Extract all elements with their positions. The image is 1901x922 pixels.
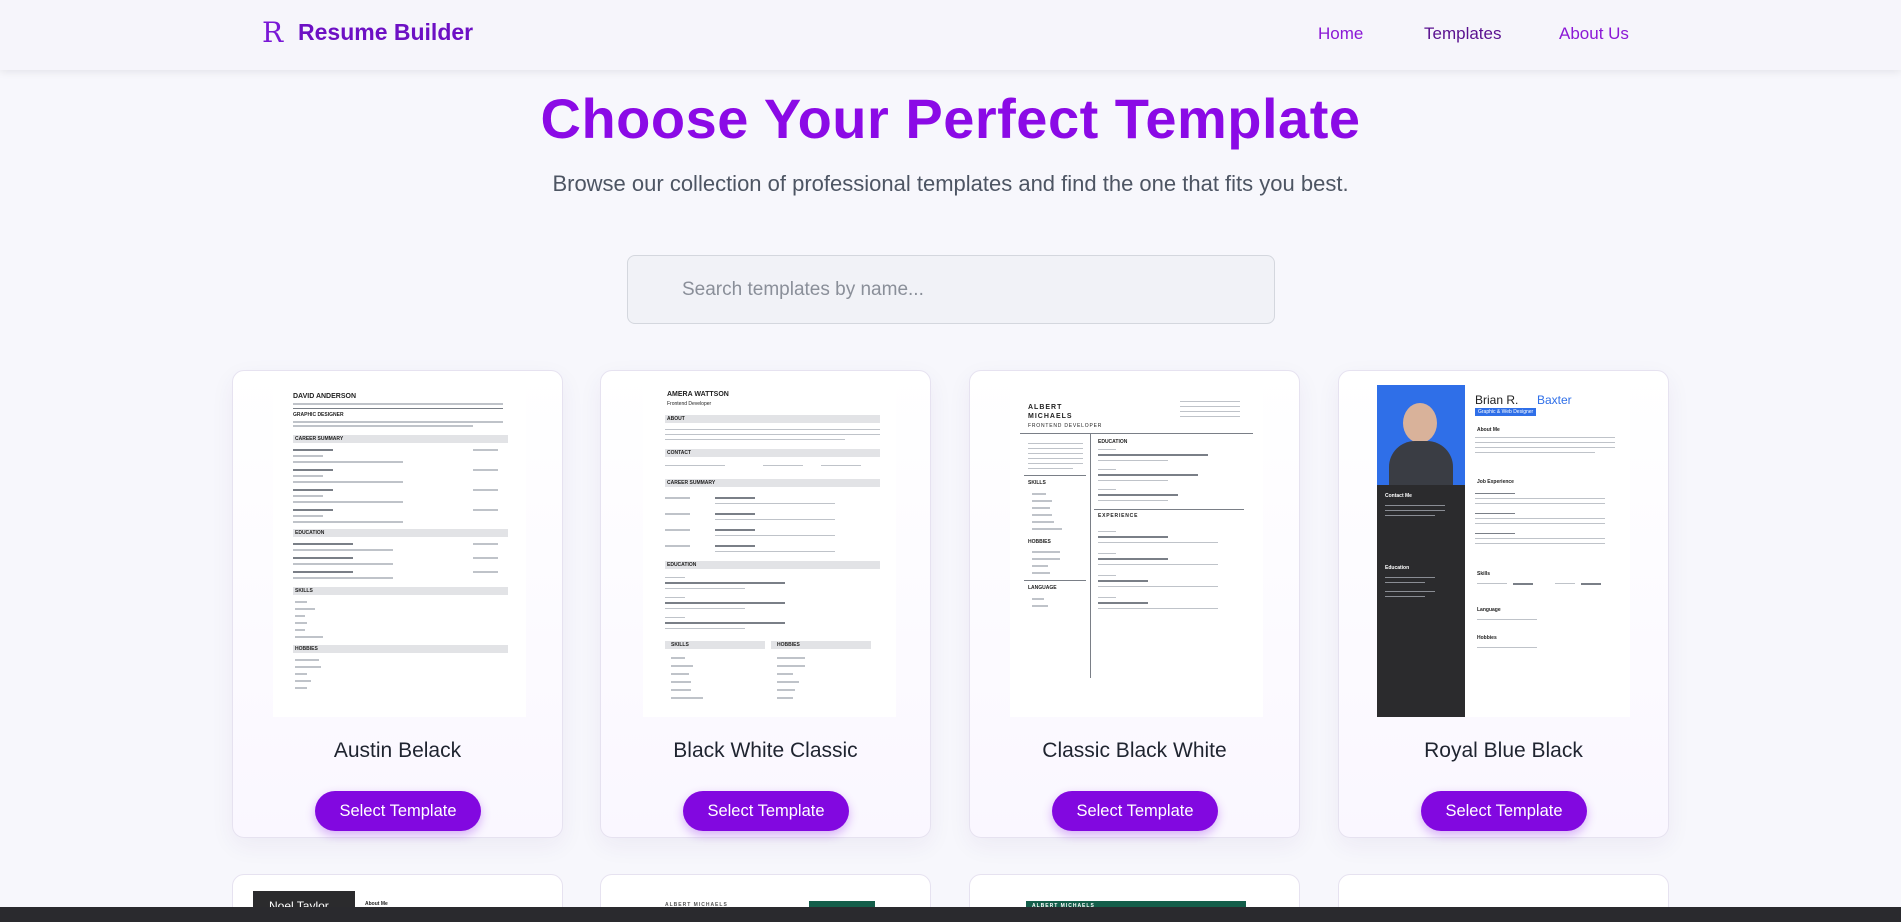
page-subtitle: Browse our collection of professional te… <box>552 171 1349 196</box>
top-navbar: R Resume Builder Home Templates About Us <box>0 0 1901 70</box>
template-name: Black White Classic <box>673 739 858 762</box>
template-preview: ALBERT MICHAELS FRONTEND DEVELOPER SKILL… <box>1010 385 1263 717</box>
brand-logo-icon: R <box>262 16 284 49</box>
template-name: Royal Blue Black <box>1424 739 1583 762</box>
nav-link-home[interactable]: Home <box>1318 24 1363 44</box>
template-card-austin-belack[interactable]: DAVID ANDERSON GRAPHIC DESIGNER CAREER S… <box>232 370 563 838</box>
preview-name: Brian R. <box>1475 393 1519 407</box>
template-card-royal-blue-black[interactable]: Brian R. Baxter Graphic & Web Designer A… <box>1338 370 1669 838</box>
template-search-input[interactable] <box>627 255 1275 324</box>
template-preview: Brian R. Baxter Graphic & Web Designer A… <box>1377 385 1630 717</box>
template-preview: DAVID ANDERSON GRAPHIC DESIGNER CAREER S… <box>273 385 526 717</box>
template-card-classic-black-white[interactable]: ALBERT MICHAELS FRONTEND DEVELOPER SKILL… <box>969 370 1300 838</box>
preview-name: AMERA WATTSON <box>667 391 729 398</box>
nav-link-templates[interactable]: Templates <box>1424 24 1501 44</box>
preview-role: GRAPHIC DESIGNER <box>293 412 344 418</box>
select-template-button[interactable]: Select Template <box>1052 791 1218 831</box>
preview-role: Graphic & Web Designer <box>1475 408 1537 416</box>
os-taskbar <box>0 907 1901 922</box>
template-preview: AMERA WATTSON Frontend Developer ABOUT C… <box>643 385 896 717</box>
template-name: Classic Black White <box>1042 739 1227 762</box>
preview-role: FRONTEND DEVELOPER <box>1028 423 1103 429</box>
brand-name: Resume Builder <box>298 19 474 45</box>
preview-name: ALBERT MICHAELS <box>1028 404 1073 420</box>
nav-link-about-us[interactable]: About Us <box>1559 24 1629 44</box>
select-template-button[interactable]: Select Template <box>315 791 481 831</box>
select-template-button[interactable]: Select Template <box>1421 791 1587 831</box>
preview-photo <box>1377 385 1465 485</box>
page-title: Choose Your Perfect Template <box>540 87 1361 150</box>
select-template-button[interactable]: Select Template <box>683 791 849 831</box>
preview-role: Frontend Developer <box>667 401 712 407</box>
preview-name-2: Baxter <box>1537 393 1572 407</box>
preview-name: DAVID ANDERSON <box>293 393 357 400</box>
template-name: Austin Belack <box>333 739 462 762</box>
brand[interactable]: R Resume Builder <box>262 16 473 49</box>
template-card-black-white-classic[interactable]: AMERA WATTSON Frontend Developer ABOUT C… <box>600 370 931 838</box>
